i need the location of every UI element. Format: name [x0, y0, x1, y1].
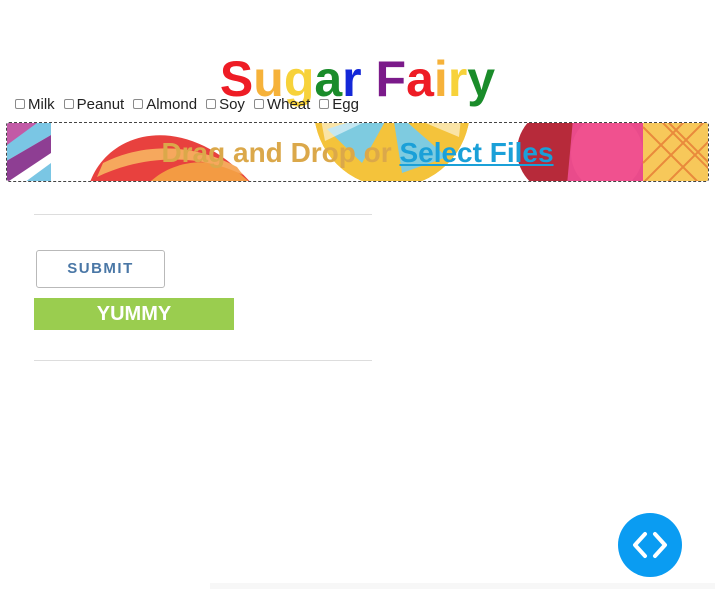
bottom-strip: [210, 583, 715, 589]
checkbox[interactable]: [319, 99, 330, 109]
dropzone-instruction: Drag and Drop or Select Files: [7, 123, 708, 181]
allergen-label: Almond: [146, 95, 198, 113]
allergen-option-egg[interactable]: Egg: [319, 96, 359, 113]
allergen-option-soy[interactable]: Soy: [206, 96, 245, 113]
file-dropzone[interactable]: Drag and Drop or Select Files: [6, 122, 709, 182]
title-letter: F: [375, 50, 407, 107]
allergen-label: Soy: [219, 95, 245, 113]
title-letter: r: [447, 50, 468, 107]
select-files-link[interactable]: Select Files: [399, 137, 553, 168]
title-letter: a: [406, 50, 434, 107]
checkbox[interactable]: [253, 99, 264, 109]
allergen-label: Milk: [28, 95, 55, 113]
allergen-label: Peanut: [76, 95, 125, 113]
checkbox[interactable]: [206, 99, 217, 109]
allergen-filter-group: Milk Peanut Almond Soy Wheat Egg: [15, 95, 368, 113]
dropzone-text: Drag and Drop or: [161, 137, 400, 168]
allergen-option-wheat[interactable]: Wheat: [253, 95, 311, 113]
allergen-option-milk[interactable]: Milk: [15, 96, 55, 113]
allergen-option-peanut[interactable]: Peanut: [63, 95, 125, 113]
title-letter: i: [433, 50, 448, 107]
submit-button[interactable]: SUBMIT: [36, 250, 165, 288]
checkbox[interactable]: [63, 99, 74, 109]
divider-bottom: [34, 360, 372, 361]
allergen-label: Egg: [332, 95, 359, 113]
allergen-option-almond[interactable]: Almond: [133, 96, 197, 113]
code-toggle-button[interactable]: [618, 513, 682, 577]
yummy-button[interactable]: YUMMY: [34, 298, 234, 330]
checkbox[interactable]: [15, 99, 25, 109]
checkbox[interactable]: [133, 99, 144, 109]
divider-top: [34, 214, 372, 215]
code-icon: [633, 532, 667, 558]
allergen-label: Wheat: [266, 95, 311, 113]
title-letter: y: [467, 50, 496, 107]
